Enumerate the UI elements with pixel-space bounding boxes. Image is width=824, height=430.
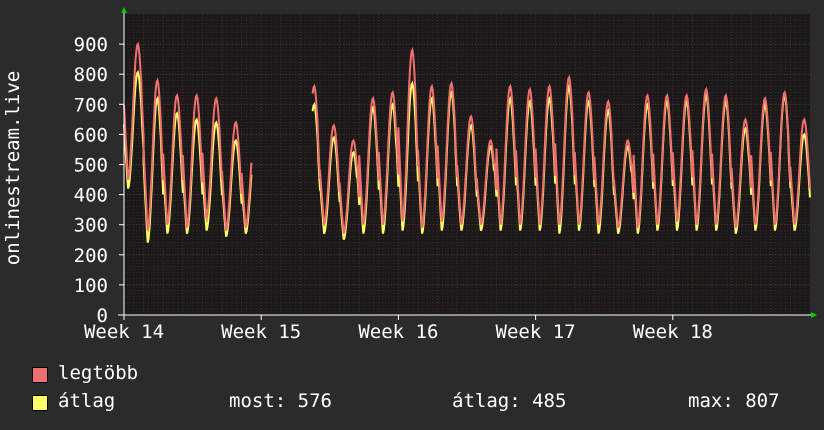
y-tick-label: 500 xyxy=(74,155,108,177)
x-axis-arrow-icon xyxy=(811,312,817,318)
y-tick-label: 300 xyxy=(74,215,108,237)
y-ticks: 0100200300400500600700800900 xyxy=(74,34,124,327)
stat-average: átlag: 485 xyxy=(452,390,567,412)
y-tick-label: 100 xyxy=(74,275,108,297)
legend-label-max: legtöbb xyxy=(58,362,139,384)
x-tick-label: Week 18 xyxy=(633,321,713,343)
legend-label-avg: átlag xyxy=(58,390,116,412)
legend-swatch-avg xyxy=(32,395,48,411)
stat-now: most: 576 xyxy=(229,390,332,412)
legend-swatch-max xyxy=(32,367,48,383)
y-axis-label: onlinestream.live xyxy=(2,71,24,265)
y-tick-label: 900 xyxy=(74,34,108,56)
y-tick-label: 400 xyxy=(74,185,108,207)
y-axis-arrow-icon xyxy=(121,7,127,13)
y-tick-label: 600 xyxy=(74,124,108,146)
x-tick-label: Week 15 xyxy=(221,321,301,343)
y-tick-label: 200 xyxy=(74,245,108,267)
x-tick-label: Week 14 xyxy=(84,321,164,343)
x-ticks: Week 14 Week 15 Week 16 Week 17 Week 18 xyxy=(84,315,713,343)
y-tick-label: 800 xyxy=(74,64,108,86)
x-tick-label: Week 16 xyxy=(358,321,438,343)
x-tick-label: Week 17 xyxy=(496,321,576,343)
y-tick-label: 700 xyxy=(74,94,108,116)
stat-max: max: 807 xyxy=(688,390,780,412)
